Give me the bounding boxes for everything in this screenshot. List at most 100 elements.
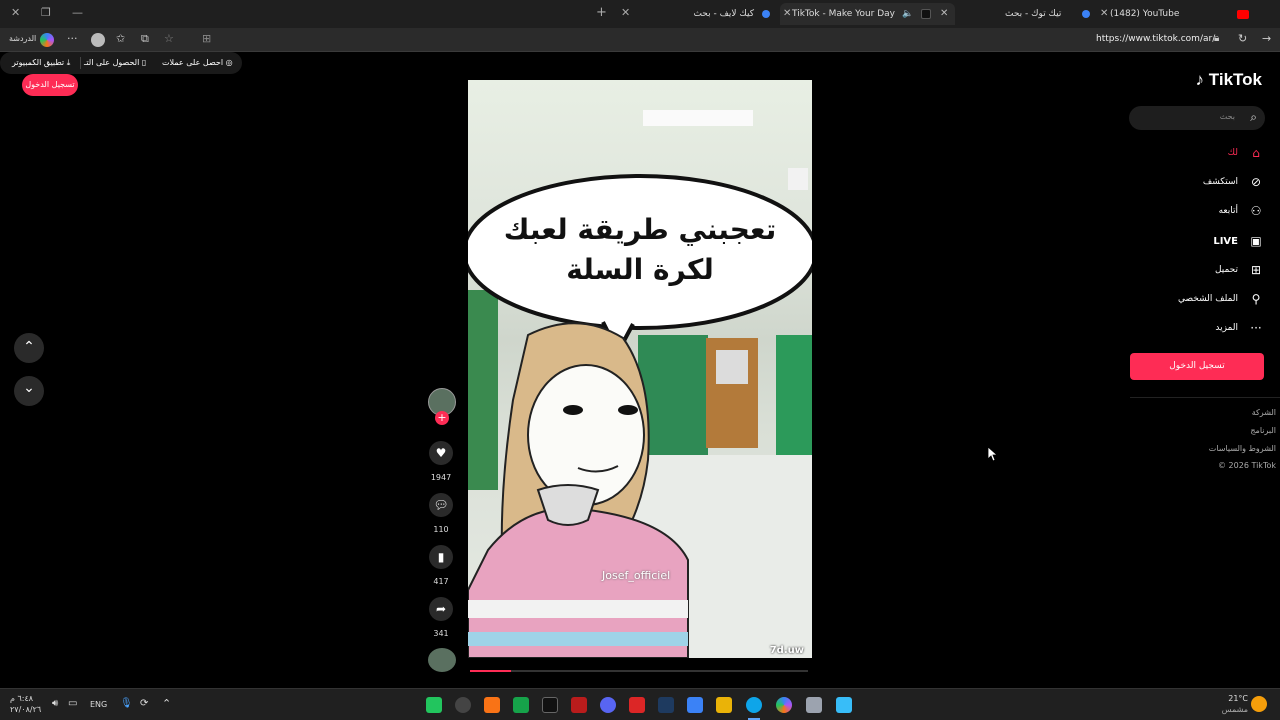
footer-link-program[interactable]: البرنامج [1250,426,1276,435]
bookmark-icon: ▮ [437,550,445,564]
show-hidden-icons-icon[interactable]: ⌃ [162,697,171,710]
speaker-icon[interactable]: 🔈 [902,3,913,25]
tiktok-note-icon: ♪ [1195,70,1205,89]
address-bar: الدردشة ··· ✩ ⧉ ☆ ⊞ https://www.tiktok.c… [0,28,1280,52]
sidebar-item-label: المزيد [1215,323,1238,333]
sidebar-item-more[interactable]: المزيد ··· [1215,318,1264,338]
share-icon: ➦ [435,602,447,616]
sidebar-item-explore[interactable]: استكشف ⊘ [1203,172,1264,192]
save-button[interactable]: ▮ [429,545,453,569]
app-icon-xbox[interactable] [513,697,529,713]
video-player[interactable]: تعجبني طريقة لعبك لكرة السلة Josef_offic… [468,80,812,658]
previous-video-button[interactable]: ⌃ [14,333,44,363]
video-progress-fill [470,670,511,672]
tab-title: تيك توك - بحث [1005,9,1062,19]
next-video-button[interactable]: ⌄ [14,376,44,406]
app-icon-store[interactable] [687,697,703,713]
app-icon-discord[interactable] [600,697,616,713]
home-icon: ⌂ [1252,146,1260,160]
video-corner-tag: 7d.uw [769,645,804,656]
app-icon-youtube[interactable] [629,697,645,713]
search-icon[interactable]: ⌕ [1250,110,1257,125]
windows-taskbar: ٦:٤٨ م ٢٧/٠٨/٢٦ 🔊︎ ▭ ENG 🎙︎ ⟳ ⌃ 21°C مشم… [0,688,1280,720]
footer-link-company[interactable]: الشركة [1252,408,1276,417]
sidebar-item-following[interactable]: أتابعه ⚇ [1219,201,1264,221]
new-tab-icon[interactable]: + [596,5,607,20]
search-favicon-icon [762,10,770,18]
app-icon-file-explorer[interactable] [716,697,732,713]
sync-icon[interactable]: ⟳ [140,698,148,709]
extensions-icon[interactable]: ⧉ [141,32,149,46]
search-box[interactable]: بحث ⌕ [1129,106,1265,130]
like-button[interactable]: ♥ [429,441,453,465]
profile-icon: ⚲ [1251,292,1261,306]
tab-tiktok[interactable]: ✕ TikTok - Make Your Day 🔈 ✕ [780,3,955,25]
sidebar-item-profile[interactable]: الملف الشخصي ⚲ [1178,289,1264,309]
sidebar-login-button[interactable]: تسجيل الدخول [1130,353,1264,380]
footer-link-terms[interactable]: الشروط والسياسات [1209,444,1276,453]
tab-tiktok-search[interactable]: تيك توك - بحث [960,3,1095,25]
app-icon-edge[interactable] [746,697,762,713]
add-favorite-icon[interactable]: ☆ [164,32,174,45]
split-screen-icon[interactable]: ⊞ [202,32,211,45]
desktop-app-button[interactable]: تطبيق الكمبيوتر ⤓ [12,58,70,68]
logo-text: TikTok [1208,70,1262,89]
app-icon-netflix[interactable] [571,697,587,713]
coin-icon: ◎ [225,58,233,67]
favorites-icon[interactable]: ✩ [116,32,125,45]
minimize-window-icon[interactable]: — [72,6,83,19]
lock-icon[interactable]: 🔒︎ [1214,33,1219,44]
comment-button[interactable]: 💬︎ [429,493,453,517]
tab-close-icon[interactable]: ✕ [783,3,791,25]
header-login-button[interactable]: تسجيل الدخول [22,74,78,96]
tiktok-page: تسجيل الدخول تطبيق الكمبيوتر ⤓ الحصول عل… [0,52,1280,688]
language-indicator[interactable]: ENG [90,700,107,709]
start-menu-icon[interactable] [836,697,852,713]
upload-icon: ⊞ [1250,263,1262,277]
volume-icon[interactable]: 🔊︎ [52,698,58,709]
share-count: 341 [433,629,449,638]
video-progress-bar[interactable] [470,670,808,672]
ceiling-light [643,110,753,126]
tab-close-icon[interactable]: ✕ [1100,3,1108,25]
share-button[interactable]: ➦ [429,597,453,621]
explore-icon: ⊘ [1250,175,1262,189]
app-icon-terminal[interactable] [426,697,442,713]
get-coins-button[interactable]: احصل على عملات ◎ [162,58,233,67]
sidebar-item-upload[interactable]: تحميل ⊞ [1215,260,1264,280]
shirt-stripe [468,600,688,618]
profile-avatar-icon[interactable] [91,33,105,47]
music-disc-icon[interactable] [428,648,456,672]
task-view-icon[interactable] [806,697,822,713]
app-icon-epic-games[interactable] [542,697,558,713]
app-icon-vlc[interactable] [484,697,500,713]
follow-plus-icon[interactable]: + [435,411,449,425]
taskbar-clock[interactable]: ٦:٤٨ م ٢٧/٠٨/٢٦ [10,693,41,715]
microphone-icon[interactable]: 🎙︎ [120,698,133,709]
copilot-label[interactable]: الدردشة [9,34,36,43]
divider [80,57,81,69]
url-text[interactable]: https://www.tiktok.com/ar/ [1096,34,1215,44]
ceiling-light [788,168,808,190]
tab-close-icon[interactable]: ✕ [621,6,630,19]
close-window-icon[interactable]: ✕ [11,6,20,19]
sidebar-item-foryou[interactable]: لك ⌂ [1228,143,1264,163]
app-icon-settings[interactable] [455,697,471,713]
app-icon-steam[interactable] [658,697,674,713]
restore-window-icon[interactable]: ❐ [41,6,51,19]
sidebar-item-live[interactable]: LIVE ▣ [1213,231,1264,251]
footer-copyright: © 2026 TikTok [1218,461,1276,470]
app-icon-copilot[interactable] [776,697,792,713]
get-app-button[interactable]: الحصول على التـ ▯ [84,58,146,67]
weather-widget[interactable]: 21°C مشمس [1218,693,1248,715]
back-icon[interactable]: → [1262,32,1271,45]
tab-kick-search[interactable]: كيك لايف - بحث [640,3,780,25]
tiktok-logo[interactable]: ♪ TikTok [1196,70,1262,90]
more-menu-icon[interactable]: ··· [67,32,78,45]
tab-close-icon[interactable]: ✕ [940,3,948,25]
tab-youtube[interactable]: ✕ (1482) YouTube [1097,3,1257,25]
refresh-icon[interactable]: ↻ [1238,32,1247,45]
get-app-label: الحصول على التـ [84,58,140,67]
copilot-icon[interactable] [40,33,54,47]
network-icon[interactable]: ▭ [68,698,77,709]
